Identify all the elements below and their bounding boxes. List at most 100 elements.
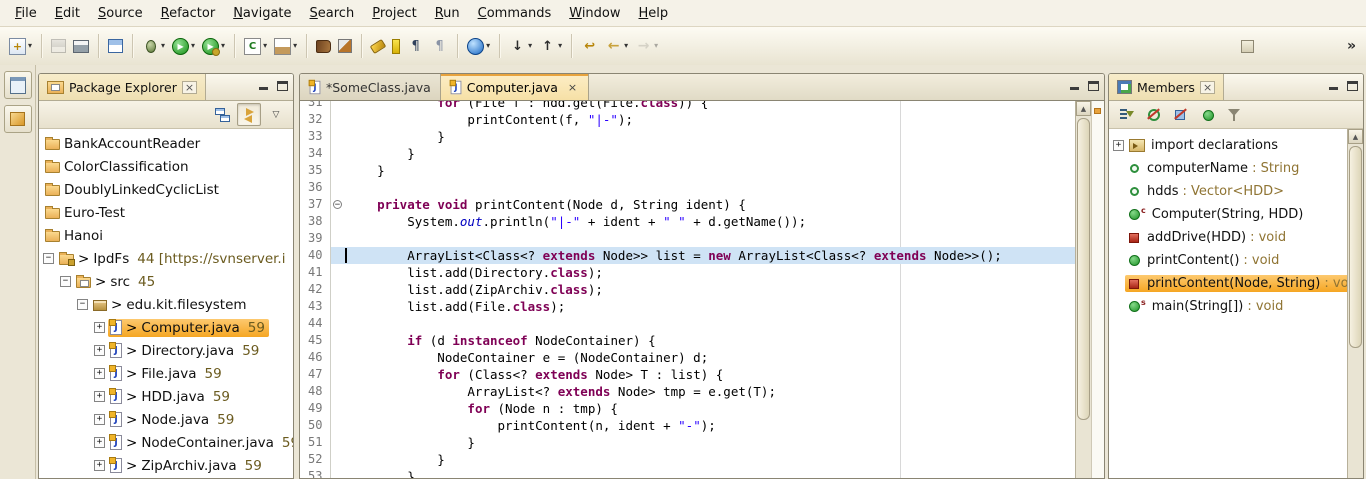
code-line-35[interactable]: 35 } <box>300 162 1075 179</box>
close-tab-icon[interactable]: × <box>566 80 579 95</box>
menu-item-run[interactable]: Run <box>426 2 469 25</box>
member-import-declarations[interactable]: +import declarations <box>1109 134 1347 157</box>
code-line-34[interactable]: 34 } <box>300 145 1075 162</box>
editor-tab-computer-java[interactable]: JComputer.java× <box>441 74 589 100</box>
tree-item-euro-test[interactable]: Euro-Test <box>39 201 293 224</box>
tree-item-file-java[interactable]: +J>File.java59 <box>39 362 293 385</box>
save-button[interactable] <box>48 36 69 56</box>
fold-collapse-icon[interactable]: − <box>333 200 342 209</box>
collapse-all-button[interactable] <box>210 103 234 126</box>
members-tab[interactable]: Members × <box>1109 74 1224 100</box>
package-explorer-tab[interactable]: Package Explorer × <box>39 74 206 100</box>
tree-item-computer-java[interactable]: +J>Computer.java59 <box>39 316 293 339</box>
menu-item-navigate[interactable]: Navigate <box>224 2 300 25</box>
tree-item-ipdfs[interactable]: −>IpdFs44 [https://svnserver.i <box>39 247 293 270</box>
open-type-button[interactable] <box>368 39 388 54</box>
new-wizard-button[interactable]: +▾ <box>6 35 35 58</box>
debug-button[interactable]: ▾ <box>139 35 168 58</box>
member-adddrive-hdd[interactable]: addDrive(HDD) : void <box>1109 226 1347 249</box>
expander-minus-icon[interactable]: − <box>77 299 88 310</box>
menu-item-search[interactable]: Search <box>301 2 364 25</box>
code-line-37[interactable]: 37− private void printContent(Node d, St… <box>300 196 1075 213</box>
code-line-42[interactable]: 42 list.add(ZipArchiv.class); <box>300 281 1075 298</box>
tree-item-src[interactable]: −>src45 <box>39 270 293 293</box>
pin-editor-button[interactable] <box>1238 37 1257 56</box>
code-line-45[interactable]: 45 if (d instanceof NodeContainer) { <box>300 332 1075 349</box>
scrollbar-thumb[interactable] <box>1077 118 1090 420</box>
code-line-36[interactable]: 36 <box>300 179 1075 196</box>
maximize-button[interactable] <box>1088 81 1099 91</box>
link-with-editor-button[interactable] <box>237 103 261 126</box>
expander-plus-icon[interactable]: + <box>94 322 105 333</box>
expander-plus-icon[interactable]: + <box>94 414 105 425</box>
close-view-icon[interactable]: × <box>1200 81 1215 94</box>
expander-plus-icon[interactable]: + <box>94 391 105 402</box>
build-all-button[interactable] <box>105 36 126 56</box>
scrollbar-thumb[interactable] <box>1349 146 1362 348</box>
run-last-button[interactable]: ▶▾ <box>199 35 228 58</box>
back-button[interactable]: ←▾ <box>602 35 631 58</box>
member-computername[interactable]: computerName : String <box>1109 157 1347 180</box>
web-browser-button[interactable]: ▾ <box>464 35 493 58</box>
minimize-button[interactable] <box>1069 81 1080 91</box>
scrollbar-track[interactable] <box>1076 116 1091 479</box>
code-line-38[interactable]: 38 System.out.println("|-" + ident + " "… <box>300 213 1075 230</box>
new-java-class-button[interactable]: C▾ <box>241 35 270 58</box>
code-line-33[interactable]: 33 } <box>300 128 1075 145</box>
code-line-32[interactable]: 32 printContent(f, "|-"); <box>300 111 1075 128</box>
code-editor[interactable]: 31 for (File f : hdd.get(File.class)) {3… <box>300 101 1075 479</box>
expander-plus-icon[interactable]: + <box>1113 140 1124 151</box>
occurrence-marker[interactable] <box>1094 108 1101 114</box>
minimize-button[interactable] <box>1328 81 1339 91</box>
new-java-package-button[interactable]: ▾ <box>271 35 300 58</box>
hide-non-public-button[interactable] <box>1195 103 1219 126</box>
menu-item-edit[interactable]: Edit <box>46 2 89 25</box>
maximize-button[interactable] <box>1347 81 1358 91</box>
tree-item-hanoi[interactable]: Hanoi <box>39 224 293 247</box>
print-button[interactable] <box>70 37 92 56</box>
code-line-48[interactable]: 48 ArrayList<? extends Node> tmp = e.get… <box>300 383 1075 400</box>
sort-members-button[interactable] <box>1114 103 1138 126</box>
code-line-43[interactable]: 43 list.add(File.class); <box>300 298 1075 315</box>
view-menu-button[interactable]: ▽ <box>264 103 288 126</box>
open-task-button[interactable] <box>313 37 334 56</box>
mark-occurrences-button[interactable] <box>389 36 403 57</box>
expander-minus-icon[interactable]: − <box>43 253 54 264</box>
prev-annotation-button[interactable]: ↑▾ <box>536 35 565 58</box>
tree-item-ziparchiv-java[interactable]: +J>ZipArchiv.java59 <box>39 454 293 477</box>
member-printcontent[interactable]: printContent() : void <box>1109 249 1347 272</box>
editor-tab-someclass-java[interactable]: J*SomeClass.java <box>300 74 441 100</box>
code-line-47[interactable]: 47 for (Class<? extends Node> T : list) … <box>300 366 1075 383</box>
tree-item-colorclassification[interactable]: ColorClassification <box>39 155 293 178</box>
expander-plus-icon[interactable]: + <box>94 368 105 379</box>
toolbar-overflow-button[interactable]: » <box>1343 36 1360 56</box>
maximize-button[interactable] <box>277 81 288 91</box>
scroll-up-icon[interactable]: ▲ <box>1076 101 1091 116</box>
menu-item-help[interactable]: Help <box>630 2 678 25</box>
expander-plus-icon[interactable]: + <box>94 437 105 448</box>
menu-item-file[interactable]: File <box>6 2 46 25</box>
expander-plus-icon[interactable]: + <box>94 460 105 471</box>
tree-item-node-java[interactable]: +J>Node.java59 <box>39 408 293 431</box>
member-computer-string-hdd[interactable]: cComputer(String, HDD) <box>1109 203 1347 226</box>
code-line-52[interactable]: 52 } <box>300 451 1075 468</box>
editor-scrollbar[interactable]: ▲ <box>1075 101 1091 479</box>
run-button[interactable]: ▶▾ <box>169 35 198 58</box>
expander-plus-icon[interactable]: + <box>94 345 105 356</box>
hide-static-button[interactable] <box>1168 103 1192 126</box>
hide-fields-button[interactable] <box>1141 103 1165 126</box>
tree-item-doublylinkedcycliclist[interactable]: DoublyLinkedCyclicList <box>39 178 293 201</box>
tree-item-directory-java[interactable]: +J>Directory.java59 <box>39 339 293 362</box>
code-line-53[interactable]: 53 } <box>300 468 1075 479</box>
show-whitespace-button[interactable]: ¶ <box>428 35 451 58</box>
code-line-44[interactable]: 44 <box>300 315 1075 332</box>
menu-item-project[interactable]: Project <box>363 2 426 25</box>
tree-item-edu-kit-filesystem[interactable]: −>edu.kit.filesystem <box>39 293 293 316</box>
code-line-50[interactable]: 50 printContent(n, ident + "-"); <box>300 417 1075 434</box>
code-line-46[interactable]: 46 NodeContainer e = (NodeContainer) d; <box>300 349 1075 366</box>
member-printcontent-node-string[interactable]: printContent(Node, String) : void <box>1109 272 1347 295</box>
close-view-icon[interactable]: × <box>182 81 197 94</box>
menu-item-commands[interactable]: Commands <box>469 2 561 25</box>
menu-item-refactor[interactable]: Refactor <box>152 2 225 25</box>
code-line-51[interactable]: 51 } <box>300 434 1075 451</box>
